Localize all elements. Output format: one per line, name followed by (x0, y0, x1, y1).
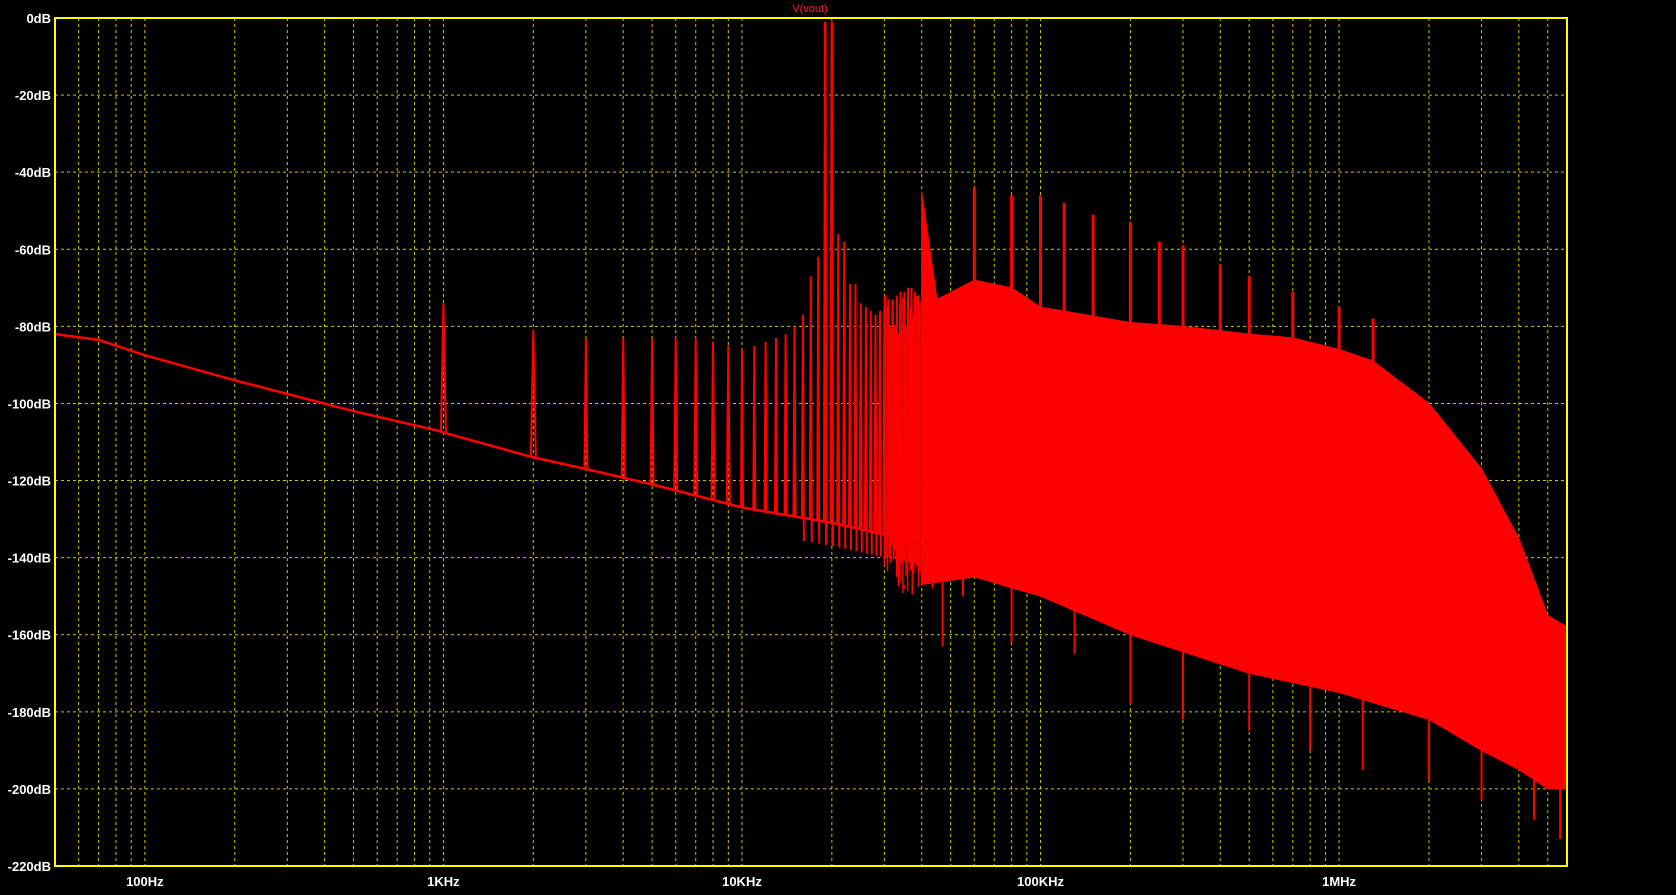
plot-canvas: V(vout) 0dB -20dB -40dB -60dB -80dB -100dB -12… (0, 0, 1676, 895)
x-tick-label-0: 100Hz (126, 874, 164, 889)
harmonic-spike-21 (842, 241, 847, 549)
harmonic-spike-10 (752, 345, 757, 510)
y-tick-label-2: -40dB (15, 165, 51, 180)
x-tick-label-3: 100KHz (1017, 874, 1064, 889)
y-tick-label-8: -160dB (8, 628, 51, 643)
y-tick-label-5: -100dB (8, 396, 51, 411)
x-tick-label-1: 1KHz (427, 874, 460, 889)
harmonic-spike-11 (763, 341, 768, 512)
harmonic-spike-24 (858, 303, 863, 553)
harmonic-spike-14 (792, 326, 797, 517)
x-tick-label-2: 10KHz (722, 874, 762, 889)
harmonic-spike-12 (774, 337, 778, 514)
harmonic-spike-6 (693, 337, 699, 496)
y-tick-label-6: -120dB (8, 474, 51, 489)
y-tick-label-3: -60dB (15, 242, 51, 257)
chart-title[interactable]: V(vout) (792, 3, 827, 15)
harmonic-spike-22 (848, 283, 852, 551)
harmonic-spike-16 (808, 276, 813, 543)
y-tick-label-10: -200dB (8, 782, 51, 797)
y-tick-label-7: -140dB (8, 551, 51, 566)
harmonic-spike-23 (853, 283, 858, 552)
y-tick-label-9: -180dB (8, 705, 51, 720)
y-tick-label-0: 0dB (26, 11, 51, 26)
harmonic-spike-17 (816, 256, 821, 544)
harmonic-spike-15 (800, 314, 805, 542)
harmonic-spike-20 (836, 233, 841, 548)
x-axis-ticks: 100Hz 1KHz 10KHz 100KHz 1MHz (126, 874, 1356, 889)
harmonic-spike-2 (583, 337, 589, 470)
trace-dense-band (921, 191, 1568, 790)
harmonic-spike-13 (783, 334, 788, 516)
y-axis-ticks: 0dB -20dB -40dB -60dB -80dB -100dB -120dB -140d… (8, 11, 51, 874)
y-tick-label-11: -220dB (8, 859, 51, 874)
x-tick-label-4: 1MHz (1322, 874, 1356, 889)
harmonic-spike-27 (873, 314, 878, 556)
y-tick-label-1: -20dB (15, 88, 51, 103)
harmonic-spike-18 (822, 21, 828, 545)
trace-vout[interactable] (54, 21, 1568, 840)
harmonic-spike-5 (673, 337, 679, 491)
harmonic-spike-25 (863, 307, 868, 554)
harmonic-spike-19 (829, 21, 835, 547)
harmonic-spike-9 (740, 349, 744, 508)
trace-noise-floor (54, 332, 922, 544)
harmonic-spike-26 (868, 310, 873, 555)
harmonic-spike-28 (878, 310, 882, 557)
y-tick-label-4: -80dB (15, 319, 51, 334)
